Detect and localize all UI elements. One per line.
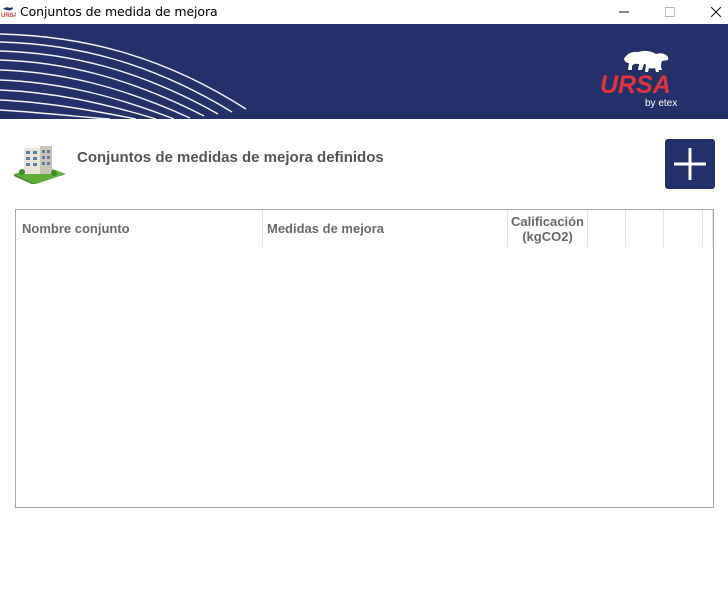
column-header-empty	[588, 210, 626, 247]
banner-waves-decoration	[0, 33, 247, 119]
brand-tagline: by etex	[645, 98, 677, 109]
header-banner: URSA by etex	[0, 24, 728, 119]
column-header-empty	[664, 210, 703, 247]
column-header-calificacion[interactable]: Calificación (kgCO2)	[508, 210, 588, 247]
svg-text:URSA: URSA	[1, 13, 16, 19]
improvement-sets-table[interactable]: Nombre conjunto Medidas de mejora Califi…	[15, 209, 714, 508]
add-set-button[interactable]	[665, 139, 715, 189]
minimize-button[interactable]	[601, 0, 647, 24]
column-header-empty	[703, 210, 713, 247]
close-button[interactable]	[693, 0, 728, 24]
section-title: Conjuntos de medidas de mejora definidos	[77, 149, 384, 166]
title-bar: URSA Conjuntos de medida de mejora	[0, 0, 728, 24]
column-header-empty	[626, 210, 664, 247]
close-icon	[711, 7, 721, 17]
maximize-button[interactable]	[647, 0, 693, 24]
ursa-app-icon: URSA	[1, 4, 16, 19]
table-header: Nombre conjunto Medidas de mejora Califi…	[16, 210, 713, 247]
window-title: Conjuntos de medida de mejora	[20, 4, 218, 19]
building-icon	[14, 146, 66, 184]
plus-icon	[674, 148, 706, 180]
column-header-nombre[interactable]: Nombre conjunto	[16, 210, 263, 247]
minimize-icon	[619, 11, 629, 13]
bear-icon	[624, 50, 669, 72]
ursa-logo: URSA by etex	[600, 50, 677, 109]
maximize-icon	[665, 7, 675, 17]
brand-name: URSA	[600, 71, 671, 99]
column-header-medidas[interactable]: Medidas de mejora	[263, 210, 508, 247]
